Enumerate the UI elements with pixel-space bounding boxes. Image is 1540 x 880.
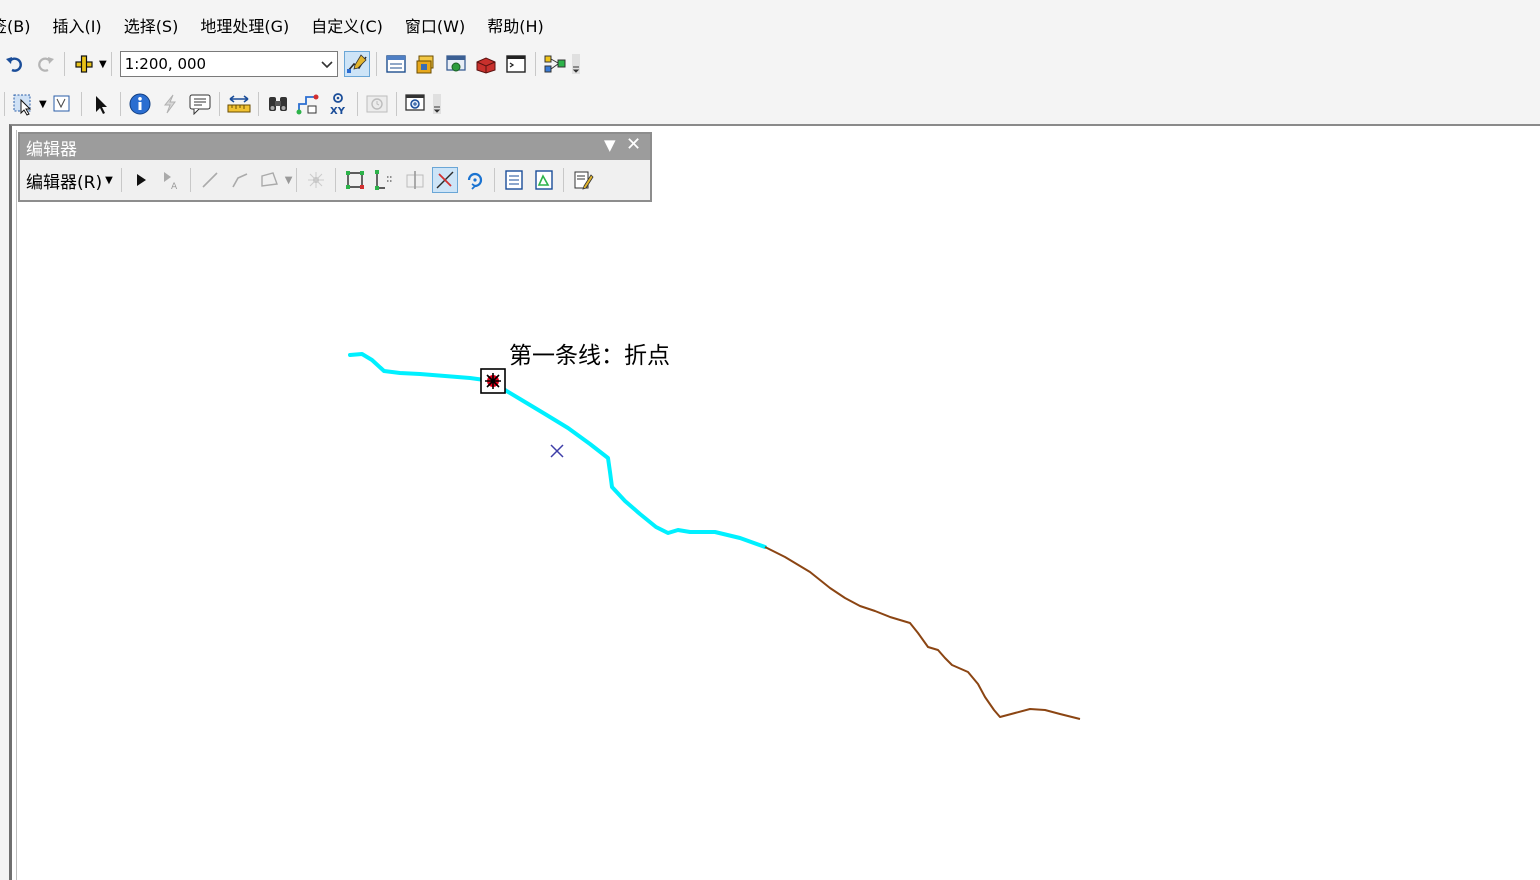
reshape-feature-icon[interactable] bbox=[372, 167, 398, 193]
editor-title-bar[interactable]: 编辑器 ▼ ✕ bbox=[20, 134, 650, 160]
straight-segment-icon[interactable] bbox=[197, 167, 223, 193]
point-tool-icon[interactable] bbox=[303, 167, 329, 193]
trace-tool-icon[interactable] bbox=[257, 167, 283, 193]
edit-annotation-tool-icon[interactable]: A bbox=[158, 167, 184, 193]
attributes-icon[interactable] bbox=[501, 167, 527, 193]
editor-toolbar-row: 编辑器(R) ▼ A ▼ bbox=[20, 160, 650, 200]
toolbar-separator bbox=[563, 168, 565, 192]
create-features-icon[interactable] bbox=[570, 167, 596, 193]
cut-polygons-icon[interactable] bbox=[402, 167, 428, 193]
chevron-down-icon: ▼ bbox=[105, 174, 113, 186]
editor-menu-button[interactable]: 编辑器(R) ▼ bbox=[26, 168, 113, 193]
rotate-tool-icon[interactable] bbox=[462, 167, 488, 193]
centroid-cross-icon bbox=[550, 444, 564, 458]
sketch-properties-icon[interactable] bbox=[531, 167, 557, 193]
editor-title: 编辑器 bbox=[26, 139, 77, 160]
editor-toolbar-panel: 编辑器 ▼ ✕ 编辑器(R) ▼ A ▼ bbox=[18, 132, 652, 202]
vertex-marker[interactable] bbox=[480, 368, 506, 394]
toolbar-separator bbox=[189, 168, 191, 192]
toolbar-separator bbox=[120, 168, 122, 192]
brown-polyline[interactable] bbox=[764, 546, 1081, 720]
map-annotation-label: 第一条线：折点 bbox=[509, 343, 670, 369]
editor-menu-label: 编辑器(R) bbox=[26, 172, 103, 193]
edit-tool-icon[interactable] bbox=[128, 167, 154, 193]
construction-tools-dropdown-icon[interactable]: ▼ bbox=[285, 175, 293, 186]
toolbar-separator bbox=[335, 168, 337, 192]
editor-options-dropdown-icon[interactable]: ▼ bbox=[604, 136, 616, 154]
toolbar-separator bbox=[494, 168, 496, 192]
split-tool-icon[interactable] bbox=[432, 167, 459, 193]
svg-text:A: A bbox=[171, 182, 178, 191]
edit-vertices-icon[interactable] bbox=[342, 167, 368, 193]
close-icon[interactable]: ✕ bbox=[626, 134, 641, 155]
toolbar-separator bbox=[296, 168, 298, 192]
endpoint-arc-icon[interactable] bbox=[227, 167, 253, 193]
